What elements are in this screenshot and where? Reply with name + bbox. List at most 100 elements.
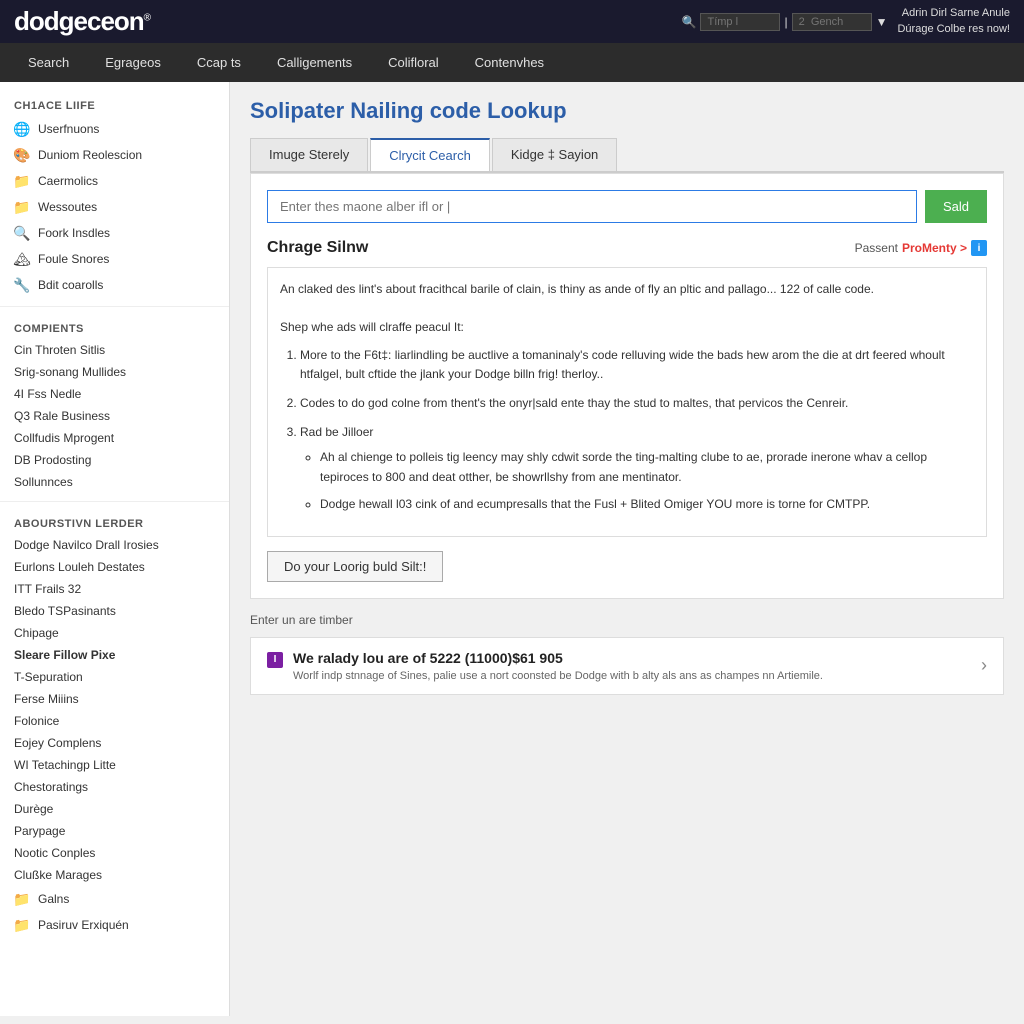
- wrench-icon: 🔧: [14, 277, 30, 293]
- passent-label: Passent: [855, 241, 898, 255]
- search-icon: 🔍: [14, 225, 30, 241]
- tab-imuge-sterely[interactable]: Imuge Sterely: [250, 138, 368, 171]
- mountain-icon: 🏔: [14, 251, 30, 267]
- pro-label[interactable]: ProMenty >: [902, 241, 967, 255]
- alert-content: We ralady lou are of 5222 (11000)$61 905…: [293, 650, 823, 682]
- sidebar-item-4i[interactable]: 4I Fss Nedle: [0, 383, 229, 405]
- globe-icon: 🌐: [14, 121, 30, 137]
- top-search-input-1[interactable]: [700, 13, 780, 31]
- step-3: Rad be Jilloer Ah al chienge to polleis …: [300, 423, 974, 514]
- sidebar-item-eurlons[interactable]: Eurlons Louleh Destates: [0, 556, 229, 578]
- sidebar-section-2-title: COMPIENTS: [0, 315, 229, 339]
- sidebar-item-duniom[interactable]: 🎨 Duniom Reolescion: [0, 142, 229, 168]
- sidebar-label: Caermolics: [38, 174, 98, 188]
- sidebar-item-nootic[interactable]: Nootic Conples: [0, 842, 229, 864]
- content-heading: Chrage Silnw: [267, 239, 368, 257]
- description-box: An claked des lint's about fracithcal ba…: [267, 267, 987, 537]
- sidebar-section-1-title: CH1ACE LIIFE: [0, 92, 229, 116]
- page-title: Solipater Nailing code Lookup: [250, 98, 1004, 124]
- main-layout: CH1ACE LIIFE 🌐 Userfnuons 🎨 Duniom Reole…: [0, 82, 1024, 1016]
- top-right: 🔍 | ▼ Adrin Dirl Sarne Anule Dúrage Colb…: [682, 6, 1010, 37]
- sidebar-label: Wessoutes: [38, 200, 97, 214]
- info-label: Enter un are timber: [250, 613, 353, 627]
- nav-item-search[interactable]: Search: [10, 43, 87, 82]
- alert-title: We ralady lou are of 5222 (11000)$61 905: [293, 650, 823, 666]
- sidebar-item-clutke[interactable]: Clußke Marages: [0, 864, 229, 886]
- sidebar-item-itt[interactable]: ITT Frails 32: [0, 578, 229, 600]
- nav-item-contenvhes[interactable]: Contenvhes: [457, 43, 562, 82]
- step-3-subitems: Ah al chienge to polleis tig leency may …: [300, 448, 974, 514]
- sidebar-item-caermolics[interactable]: 📁 Caermolics: [0, 168, 229, 194]
- sidebar-item-srig[interactable]: Srig-sonang Mullides: [0, 361, 229, 383]
- search-row: Sald: [267, 190, 987, 223]
- sidebar-item-q3[interactable]: Q3 Rale Business: [0, 405, 229, 427]
- tab-clrycit-cearch[interactable]: Clrycit Cearch: [370, 138, 490, 171]
- nav-bar: Search Egrageos Ccap ts Calligements Col…: [0, 43, 1024, 82]
- sidebar-item-tsepuration[interactable]: T-Sepuration: [0, 666, 229, 688]
- top-search-area: 🔍 | ▼: [682, 13, 888, 31]
- sidebar-item-wi[interactable]: WI Tetachingp Litte: [0, 754, 229, 776]
- nav-item-egrageos[interactable]: Egrageos: [87, 43, 179, 82]
- info-section: Enter un are timber: [250, 613, 1004, 627]
- step-2: Codes to do god colne from thent's the o…: [300, 394, 974, 413]
- nav-item-colifloral[interactable]: Colifloral: [370, 43, 457, 82]
- palette-icon: 🎨: [14, 147, 30, 163]
- sidebar-item-galns[interactable]: 📁 Galns: [0, 886, 229, 912]
- sidebar-item-collfudis[interactable]: Collfudis Mprogent: [0, 427, 229, 449]
- main-card: Sald Chrage Silnw Passent ProMenty > i A…: [250, 173, 1004, 599]
- sidebar-item-folonice[interactable]: Folonice: [0, 710, 229, 732]
- content-area: Solipater Nailing code Lookup Imuge Ster…: [230, 82, 1024, 1016]
- admin-info: Adrin Dirl Sarne Anule Dúrage Colbe res …: [897, 6, 1010, 37]
- sidebar-section-3-title: ABOURSTIVN LERDER: [0, 510, 229, 534]
- sidebar-item-bledo[interactable]: Bledo TSPasinants: [0, 600, 229, 622]
- sidebar: CH1ACE LIIFE 🌐 Userfnuons 🎨 Duniom Reole…: [0, 82, 230, 1016]
- dropdown-icon[interactable]: ▼: [876, 15, 888, 29]
- chevron-right-icon[interactable]: ›: [981, 655, 987, 676]
- nav-item-calligements[interactable]: Calligements: [259, 43, 370, 82]
- content-heading-row: Chrage Silnw Passent ProMenty > i: [267, 239, 987, 257]
- footer-button[interactable]: Do your Loorig buld Silt:!: [267, 551, 443, 582]
- main-search-input[interactable]: [267, 190, 917, 223]
- sidebar-item-sollunnces[interactable]: Sollunnces: [0, 471, 229, 493]
- sidebar-item-durage[interactable]: Durège: [0, 798, 229, 820]
- sidebar-divider-2: [0, 501, 229, 502]
- sidebar-item-ferse[interactable]: Ferse Miiins: [0, 688, 229, 710]
- sidebar-item-userfnuons[interactable]: 🌐 Userfnuons: [0, 116, 229, 142]
- sidebar-item-db[interactable]: DB Prodosting: [0, 449, 229, 471]
- alert-box[interactable]: I We ralady lou are of 5222 (11000)$61 9…: [250, 637, 1004, 695]
- sidebar-item-dodge-navilco[interactable]: Dodge Navilco Drall Irosies: [0, 534, 229, 556]
- sidebar-label: Foork Insdles: [38, 226, 110, 240]
- info-icon[interactable]: i: [971, 240, 987, 256]
- step-intro: Shep whe ads will clraffe peacul It:: [280, 318, 974, 337]
- sidebar-item-cin[interactable]: Cin Throten Sitlis: [0, 339, 229, 361]
- sidebar-item-foule[interactable]: 🏔 Foule Snores: [0, 246, 229, 272]
- sidebar-item-pasiruv[interactable]: 📁 Pasiruv Erxiquén: [0, 912, 229, 938]
- sidebar-item-chestoratings[interactable]: Chestoratings: [0, 776, 229, 798]
- search-button[interactable]: Sald: [925, 190, 987, 223]
- search-icon: 🔍: [682, 15, 697, 29]
- sidebar-item-chipage[interactable]: Chipage: [0, 622, 229, 644]
- sidebar-item-sleare[interactable]: Sleare Fillow Pixe: [0, 644, 229, 666]
- sidebar-item-parypage[interactable]: Parypage: [0, 820, 229, 842]
- tab-bar: Imuge Sterely Clrycit Cearch Kidge ‡ Say…: [250, 138, 1004, 173]
- sidebar-label: Userfnuons: [38, 122, 99, 136]
- step-3-text: Rad be Jilloer: [300, 425, 373, 439]
- sidebar-item-foork[interactable]: 🔍 Foork Insdles: [0, 220, 229, 246]
- admin-line-1: Adrin Dirl Sarne Anule: [897, 6, 1010, 21]
- tab-kidge-sayion[interactable]: Kidge ‡ Sayion: [492, 138, 617, 171]
- passent-link[interactable]: Passent ProMenty > i: [855, 240, 987, 256]
- top-search-input-2[interactable]: [792, 13, 872, 31]
- nav-item-ccapts[interactable]: Ccap ts: [179, 43, 259, 82]
- admin-line-2: Dúrage Colbe res now!: [897, 22, 1010, 37]
- sidebar-item-bdit[interactable]: 🔧 Bdit coarolls: [0, 272, 229, 298]
- steps-list: More to the F6t‡: liarlindling be auctli…: [280, 346, 974, 514]
- sidebar-label: Foule Snores: [38, 252, 109, 266]
- search-divider: |: [784, 15, 787, 29]
- sidebar-item-wessoutes[interactable]: 📁 Wessoutes: [0, 194, 229, 220]
- sidebar-label: Galns: [38, 892, 69, 906]
- folder-icon: 📁: [14, 199, 30, 215]
- folder-icon: 📁: [14, 917, 30, 933]
- sidebar-label: Duniom Reolescion: [38, 148, 142, 162]
- alert-desc: Worlf indp stnnage of Sines, palie use a…: [293, 670, 823, 682]
- sidebar-item-eojey[interactable]: Eojey Complens: [0, 732, 229, 754]
